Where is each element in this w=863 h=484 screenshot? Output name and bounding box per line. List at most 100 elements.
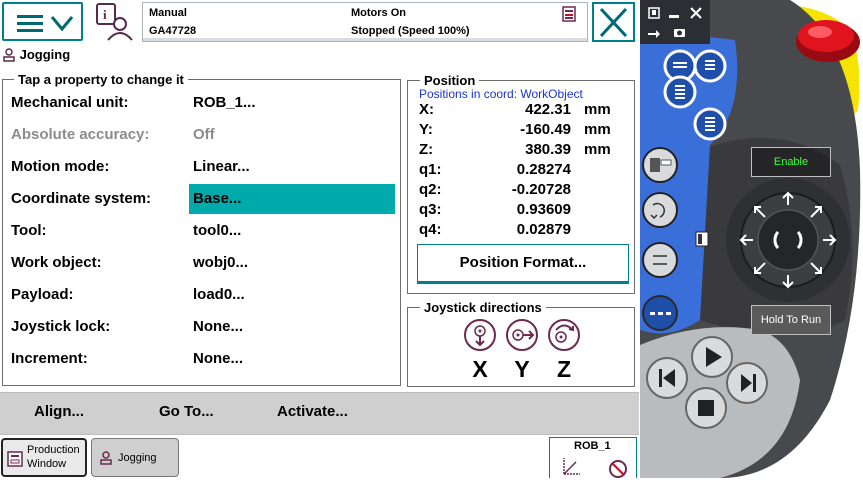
property-value[interactable]: None... bbox=[189, 344, 395, 374]
step-forward-key[interactable] bbox=[726, 362, 768, 404]
property-label: Increment: bbox=[11, 350, 88, 367]
main-menu-button[interactable] bbox=[2, 2, 83, 41]
joystick-directions-legend: Joystick directions bbox=[420, 300, 546, 315]
property-value[interactable]: Base... bbox=[189, 184, 395, 214]
property-label: Coordinate system: bbox=[11, 190, 152, 207]
property-value[interactable]: Linear... bbox=[189, 152, 395, 182]
run-state: Stopped (Speed 100%) bbox=[351, 25, 470, 37]
production-window-label-line2: Window bbox=[27, 458, 67, 470]
position-value: 380.39 bbox=[525, 141, 571, 158]
hold-to-run-button[interactable]: Hold To Run bbox=[751, 305, 831, 335]
enable-button[interactable]: Enable bbox=[751, 147, 831, 177]
joystick-down-icon bbox=[464, 319, 496, 351]
motors-state: Motors On bbox=[351, 7, 406, 19]
stop-key[interactable] bbox=[685, 387, 727, 429]
increment-key[interactable] bbox=[642, 295, 678, 331]
position-row: Z: 380.39 mm bbox=[419, 141, 619, 161]
position-label: q1: bbox=[419, 161, 442, 178]
property-label: Absolute accuracy: bbox=[11, 126, 150, 143]
property-value[interactable]: wobj0... bbox=[189, 248, 395, 278]
production-window-label-line1: Production bbox=[27, 444, 80, 456]
position-value: -0.20728 bbox=[511, 181, 571, 198]
programmable-key-3[interactable] bbox=[663, 75, 697, 109]
position-coord-text: Positions in coord: WorkObject bbox=[419, 87, 583, 101]
property-label: Motion mode: bbox=[11, 158, 110, 175]
property-value[interactable]: load0... bbox=[189, 280, 395, 310]
position-value: -160.49 bbox=[520, 121, 571, 138]
property-row: Absolute accuracy: Off bbox=[11, 120, 397, 150]
controller-name: GA47728 bbox=[149, 25, 197, 37]
flexpendant-panel bbox=[640, 0, 863, 478]
property-label: Payload: bbox=[11, 286, 74, 303]
mech-unit-label: ROB_1 bbox=[574, 440, 611, 452]
joystick-axis-z: Z bbox=[556, 356, 572, 382]
property-row[interactable]: Work object: wobj0... bbox=[11, 248, 397, 278]
joystick[interactable] bbox=[726, 178, 850, 302]
motion-mode-key[interactable] bbox=[642, 192, 678, 228]
jogging-icon bbox=[100, 451, 112, 465]
mechanical-unit-select-key[interactable] bbox=[642, 147, 678, 183]
position-row: Y: -160.49 mm bbox=[419, 121, 619, 141]
activate-button[interactable]: Activate... bbox=[277, 403, 348, 420]
joystick-sideways-icon bbox=[506, 319, 538, 351]
page-title: Jogging bbox=[2, 46, 70, 66]
taskbar-jogging[interactable]: Jogging bbox=[91, 438, 179, 477]
property-row[interactable]: Mechanical unit: ROB_1... bbox=[11, 88, 397, 118]
property-row[interactable]: Joystick lock: None... bbox=[11, 312, 397, 342]
align-button[interactable]: Align... bbox=[34, 403, 84, 420]
position-row: q4: 0.02879 bbox=[419, 221, 619, 241]
start-key[interactable] bbox=[691, 336, 733, 378]
property-label: Work object: bbox=[11, 254, 102, 271]
position-format-button[interactable]: Position Format... bbox=[417, 244, 629, 284]
emergency-stop-icon[interactable] bbox=[796, 20, 860, 62]
property-row[interactable]: Tool: tool0... bbox=[11, 216, 397, 246]
property-label: Mechanical unit: bbox=[11, 94, 129, 111]
position-label: q3: bbox=[419, 201, 442, 218]
position-row: q3: 0.93609 bbox=[419, 201, 619, 221]
property-row[interactable]: Coordinate system: Base... bbox=[11, 184, 397, 214]
operating-mode: Manual bbox=[149, 7, 187, 19]
svg-text:i: i bbox=[103, 7, 107, 22]
position-value: 0.02879 bbox=[516, 221, 571, 238]
event-log-icon[interactable] bbox=[562, 6, 576, 22]
position-label: Z: bbox=[419, 141, 434, 158]
flexpendant-body bbox=[640, 0, 861, 478]
property-label: Joystick lock: bbox=[11, 318, 111, 335]
programmable-key-2[interactable] bbox=[693, 49, 727, 83]
joystick-rotate-icon bbox=[548, 319, 580, 351]
taskbar-production-window[interactable]: Production Window bbox=[1, 438, 87, 477]
position-row: q2: -0.20728 bbox=[419, 181, 619, 201]
property-value[interactable]: None... bbox=[189, 312, 395, 342]
position-row: X: 422.31 mm bbox=[419, 101, 619, 121]
position-unit: mm bbox=[584, 121, 611, 138]
window-controls-icons bbox=[648, 7, 702, 38]
status-bar[interactable]: Manual GA47728 Motors On Stopped (Speed … bbox=[142, 2, 588, 42]
position-row: q1: 0.28274 bbox=[419, 161, 619, 181]
position-unit: mm bbox=[584, 101, 611, 118]
property-row[interactable]: Payload: load0... bbox=[11, 280, 397, 310]
step-backward-key[interactable] bbox=[646, 357, 688, 399]
hamburger-icon bbox=[17, 15, 74, 32]
close-button[interactable] bbox=[592, 2, 635, 42]
position-label: Y: bbox=[419, 121, 433, 138]
minimize-icon bbox=[669, 15, 679, 18]
position-label: q2: bbox=[419, 181, 442, 198]
position-value: 0.93609 bbox=[516, 201, 571, 218]
position-label: q4: bbox=[419, 221, 442, 238]
position-legend: Position bbox=[420, 73, 480, 88]
property-row[interactable]: Motion mode: Linear... bbox=[11, 152, 397, 182]
property-label: Tool: bbox=[11, 222, 47, 239]
property-value[interactable]: ROB_1... bbox=[189, 88, 395, 118]
production-window-icon bbox=[7, 451, 23, 467]
property-value[interactable]: tool0... bbox=[189, 216, 395, 246]
goto-button[interactable]: Go To... bbox=[159, 403, 214, 420]
joystick-axis-x: X bbox=[472, 356, 488, 382]
programmable-key-4[interactable] bbox=[693, 107, 727, 141]
window-control-bar bbox=[640, 0, 710, 44]
position-value: 422.31 bbox=[525, 101, 571, 118]
jogging-icon bbox=[3, 47, 15, 62]
linear-reorient-key[interactable] bbox=[642, 242, 678, 278]
operator-window-icon[interactable]: i bbox=[96, 2, 134, 42]
property-value: Off bbox=[193, 126, 215, 143]
property-row[interactable]: Increment: None... bbox=[11, 344, 397, 374]
